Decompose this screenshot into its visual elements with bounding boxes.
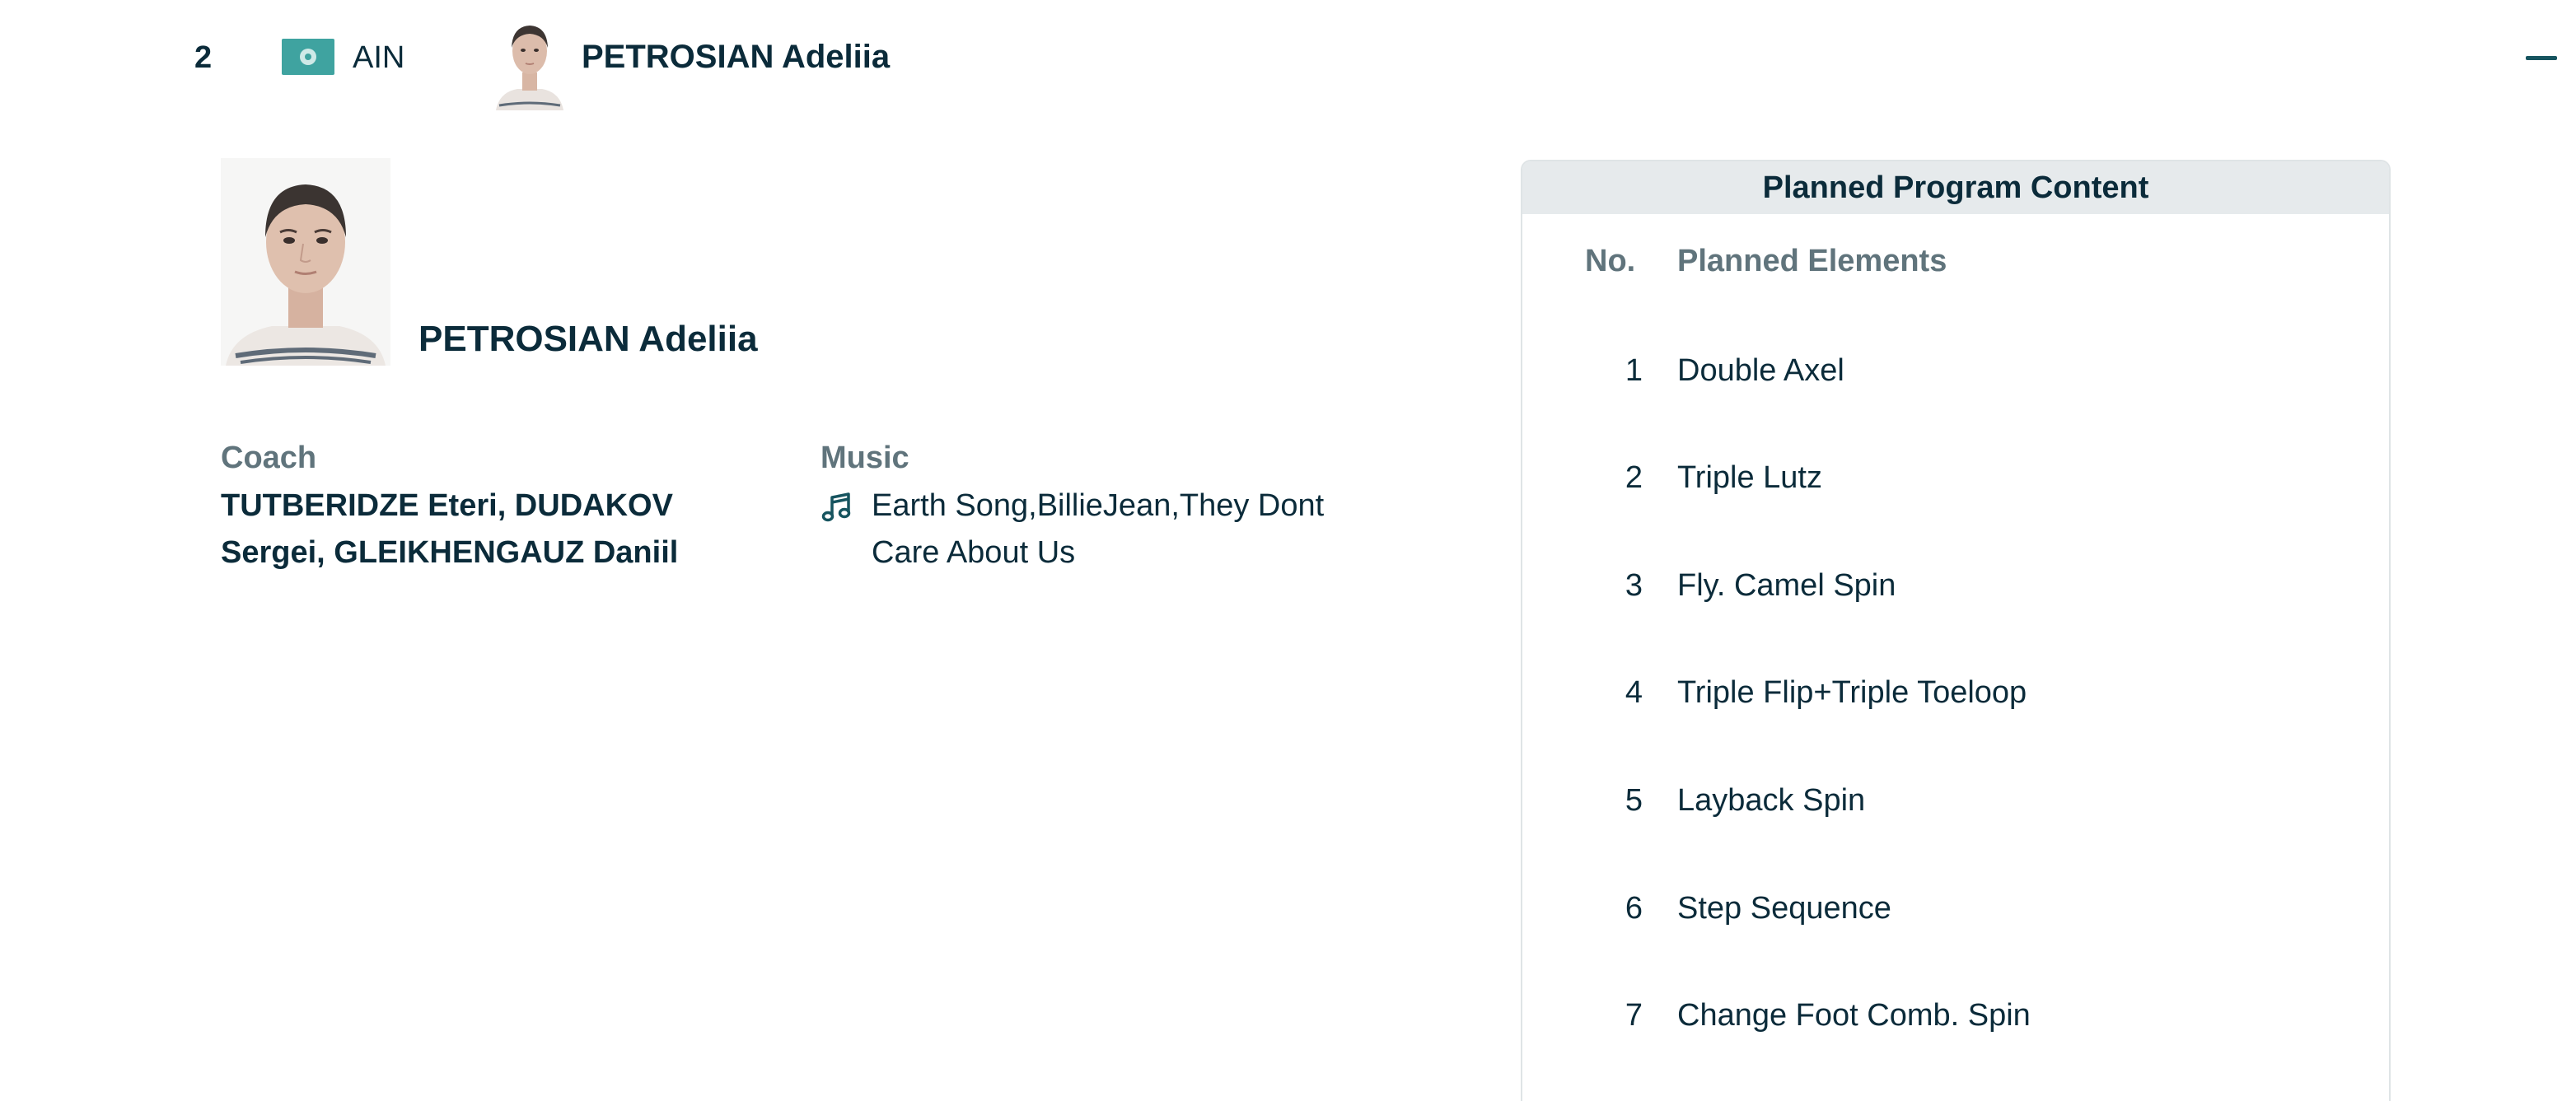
element-number: 4 (1625, 675, 1643, 710)
coach-label: Coach (221, 441, 317, 475)
element-number: 1 (1625, 353, 1643, 388)
element-row: 3 Fly. Camel Spin (1522, 561, 2389, 610)
element-number: 6 (1625, 891, 1643, 926)
element-number: 2 (1625, 460, 1643, 495)
element-name: Layback Spin (1677, 783, 1866, 818)
element-row: 5 Layback Spin (1522, 776, 2389, 825)
element-row: 7 Change Foot Comb. Spin (1522, 991, 2389, 1040)
column-header-no: No. (1585, 244, 1636, 278)
element-row: 4 Triple Flip+Triple Toeloop (1522, 668, 2389, 717)
element-name: Triple Flip+Triple Toeloop (1677, 675, 2027, 710)
element-name: Change Foot Comb. Spin (1677, 998, 2031, 1033)
element-row: 1 Double Axel (1522, 346, 2389, 395)
music-label: Music (820, 441, 909, 475)
element-name: Double Axel (1677, 353, 1844, 388)
element-name: Triple Lutz (1677, 460, 1822, 495)
athlete-photo (221, 158, 390, 366)
coach-value: TUTBERIDZE Eteri, DUDAKOV Sergei, GLEIKH… (221, 488, 679, 570)
minus-icon (2526, 56, 2557, 60)
element-row: 2 Triple Lutz (1522, 453, 2389, 502)
flag-emblem (300, 49, 316, 65)
athlete-name: PETROSIAN Adeliia (418, 319, 758, 359)
planned-program-panel: Planned Program Content No. Planned Elem… (1521, 160, 2391, 1101)
athlete-name-header[interactable]: PETROSIAN Adeliia (582, 31, 890, 82)
element-name: Step Sequence (1677, 891, 1891, 926)
nation-flag-icon (282, 39, 334, 75)
element-name: Fly. Camel Spin (1677, 568, 1896, 603)
music-note-icon (821, 492, 851, 522)
element-number: 7 (1625, 998, 1643, 1033)
column-header-elements: Planned Elements (1677, 244, 1947, 278)
element-number: 5 (1625, 783, 1643, 818)
rank-number: 2 (194, 40, 213, 75)
music-value: Earth Song,BillieJean,They Dont Care Abo… (872, 488, 1325, 570)
element-number: 3 (1625, 568, 1643, 603)
panel-title: Planned Program Content (1522, 161, 2389, 214)
element-row: 6 Step Sequence (1522, 884, 2389, 933)
athlete-thumbnail (491, 12, 568, 110)
collapse-button[interactable] (2522, 48, 2560, 71)
nation-code: AIN (353, 40, 405, 75)
